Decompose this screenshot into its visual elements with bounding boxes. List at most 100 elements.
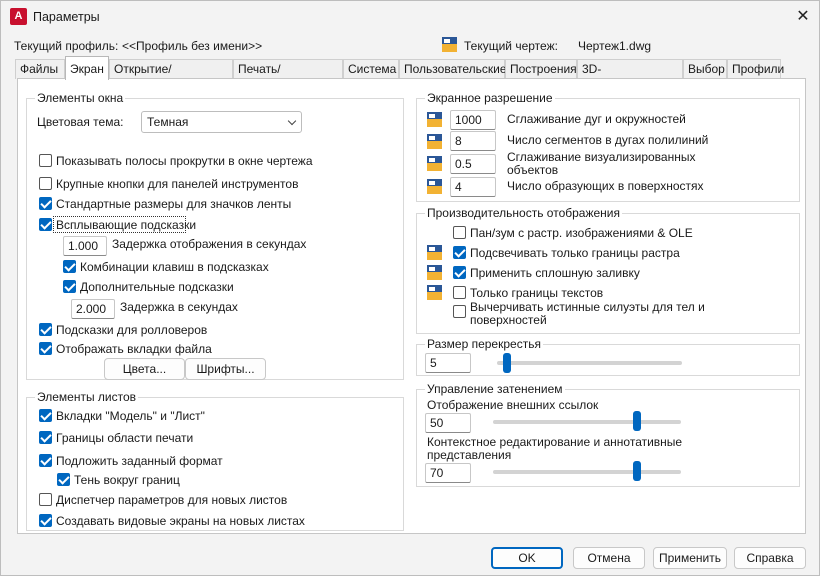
arc-smoothness-label: Сглаживание дуг и окружностей (507, 112, 686, 126)
crosshair-size-slider[interactable] (503, 353, 511, 373)
tab-files[interactable]: Файлы (15, 59, 65, 79)
rendered-smoothness-input[interactable]: 0.5 (450, 154, 496, 174)
large-buttons-label: Крупные кнопки для панелей инструментов (56, 177, 299, 191)
inplace-fading-track (493, 470, 681, 474)
shortcut-keys-label: Комбинации клавиш в подсказках (80, 260, 269, 274)
extended-delay-label: Задержка в секундах (120, 300, 238, 314)
ribbon-icons-checkbox[interactable] (39, 197, 52, 210)
chevron-down-icon (287, 116, 297, 126)
drawing-saved-icon (427, 179, 442, 194)
extended-tooltips-label: Дополнительные подсказки (80, 280, 234, 294)
tooltips-checkbox[interactable] (39, 218, 52, 231)
page-setup-label: Диспетчер параметров для новых листов (56, 493, 288, 507)
help-button[interactable]: Справка (734, 547, 806, 569)
display-performance-group: Производительность отображения Пан/зум с… (416, 206, 800, 334)
window-title: Параметры (33, 10, 100, 24)
silhouettes-label: Вычерчивать истинные силуэты для тел и (470, 300, 705, 314)
raster-frame-checkbox[interactable] (453, 246, 466, 259)
contour-lines-input[interactable]: 4 (450, 177, 496, 197)
inplace-fading-input[interactable]: 70 (425, 463, 471, 483)
rollover-checkbox[interactable] (39, 323, 52, 336)
extended-delay-input[interactable]: 2.000 (71, 299, 115, 319)
display-tab-panel: Элементы окна Цветовая тема: Темная Пока… (17, 78, 806, 534)
file-tabs-label: Отображать вкладки файла (56, 342, 212, 356)
rendered-smoothness-label: Сглаживание визуализированных (507, 150, 696, 164)
color-theme-label: Цветовая тема: (37, 115, 124, 129)
window-elements-group: Элементы окна Цветовая тема: Темная Пока… (26, 91, 404, 380)
tooltip-delay-input[interactable]: 1.000 (63, 236, 107, 256)
pan-zoom-checkbox[interactable] (453, 226, 466, 239)
shortcut-keys-checkbox[interactable] (63, 260, 76, 273)
crosshair-size-title: Размер перекрестья (425, 337, 543, 351)
paper-background-label: Подложить заданный формат (56, 454, 223, 468)
paper-background-checkbox[interactable] (39, 454, 52, 467)
tooltip-delay-label: Задержка отображения в секундах (112, 237, 307, 251)
layout-elements-group: Элементы листов Вкладки "Модель" и "Лист… (26, 390, 404, 531)
drawing-saved-icon (427, 285, 442, 300)
tab-display[interactable]: Экран (65, 56, 109, 80)
rollover-label: Подсказки для ролловеров (56, 323, 208, 337)
raster-frame-label: Подсвечивать только границы растра (470, 246, 680, 260)
tab-plot-publish[interactable]: Печать/Публикация (233, 59, 343, 95)
tab-system[interactable]: Система (343, 59, 399, 79)
close-icon[interactable]: ✕ (791, 5, 815, 29)
tab-open-save[interactable]: Открытие/Сохранение (109, 59, 233, 95)
paper-shadow-label: Тень вокруг границ (74, 473, 180, 487)
arc-smoothness-input[interactable]: 1000 (450, 110, 496, 130)
drawing-value: Чертеж1.dwg (578, 39, 652, 53)
colors-button[interactable]: Цвета... (104, 358, 185, 380)
apply-button[interactable]: Применить (653, 547, 727, 569)
autocad-app-icon: A (10, 8, 27, 25)
model-layout-tabs-label: Вкладки "Модель" и "Лист" (56, 409, 205, 423)
ok-button[interactable]: OK (491, 547, 563, 569)
drawing-file-icon (442, 37, 457, 52)
crosshair-size-group: Размер перекрестья 5 (416, 337, 800, 376)
profile-value: <<Профиль без имени>> (122, 39, 263, 53)
color-theme-select[interactable]: Темная (141, 111, 302, 133)
silhouettes-label-line2: поверхностей (470, 313, 547, 327)
file-tabs-checkbox[interactable] (39, 342, 52, 355)
extended-tooltips-checkbox[interactable] (63, 280, 76, 293)
drawing-saved-icon (427, 245, 442, 260)
scrollbars-label: Показывать полосы прокрутки в окне черте… (56, 154, 313, 168)
polyline-segments-input[interactable]: 8 (450, 131, 496, 151)
tab-3d-modeling[interactable]: 3D-моделирование (577, 59, 683, 95)
focus-rectangle (53, 216, 186, 233)
xref-fading-slider[interactable] (633, 411, 641, 431)
paper-shadow-checkbox[interactable] (57, 473, 70, 486)
layout-elements-title: Элементы листов (35, 390, 139, 404)
display-resolution-title: Экранное разрешение (425, 91, 555, 105)
fonts-button[interactable]: Шрифты... (185, 358, 266, 380)
silhouettes-checkbox[interactable] (453, 305, 466, 318)
crosshair-size-track (497, 361, 682, 365)
options-dialog: A Параметры ✕ Текущий профиль: <<Профиль… (0, 0, 820, 576)
inplace-fading-label-line2: представления (427, 448, 512, 462)
xref-fading-input[interactable]: 50 (425, 413, 471, 433)
tab-profiles[interactable]: Профили (727, 59, 784, 79)
display-performance-title: Производительность отображения (425, 206, 623, 220)
solid-fill-label: Применить сплошную заливку (470, 266, 640, 280)
text-frame-label: Только границы текстов (470, 286, 604, 300)
fading-control-group: Управление затенением Отображение внешни… (416, 382, 800, 487)
viewports-checkbox[interactable] (39, 514, 52, 527)
cancel-button[interactable]: Отмена (573, 547, 645, 569)
rendered-smoothness-label-line2: объектов (507, 163, 559, 177)
page-setup-checkbox[interactable] (39, 493, 52, 506)
tab-selection[interactable]: Выбор (683, 59, 727, 79)
model-layout-tabs-checkbox[interactable] (39, 409, 52, 422)
drawing-saved-icon (427, 134, 442, 149)
drawing-saved-icon (427, 265, 442, 280)
profile-label: Текущий профиль: (14, 39, 119, 53)
tab-user-preferences[interactable]: Пользовательские (399, 59, 507, 79)
solid-fill-checkbox[interactable] (453, 266, 466, 279)
print-area-label: Границы области печати (56, 431, 194, 445)
print-area-checkbox[interactable] (39, 431, 52, 444)
tab-drafting[interactable]: Построения (505, 59, 577, 79)
drawing-saved-icon (427, 112, 442, 127)
crosshair-size-input[interactable]: 5 (425, 353, 471, 373)
large-buttons-checkbox[interactable] (39, 177, 52, 190)
scrollbars-checkbox[interactable] (39, 154, 52, 167)
window-elements-title: Элементы окна (35, 91, 126, 105)
inplace-fading-slider[interactable] (633, 461, 641, 481)
text-frame-checkbox[interactable] (453, 286, 466, 299)
